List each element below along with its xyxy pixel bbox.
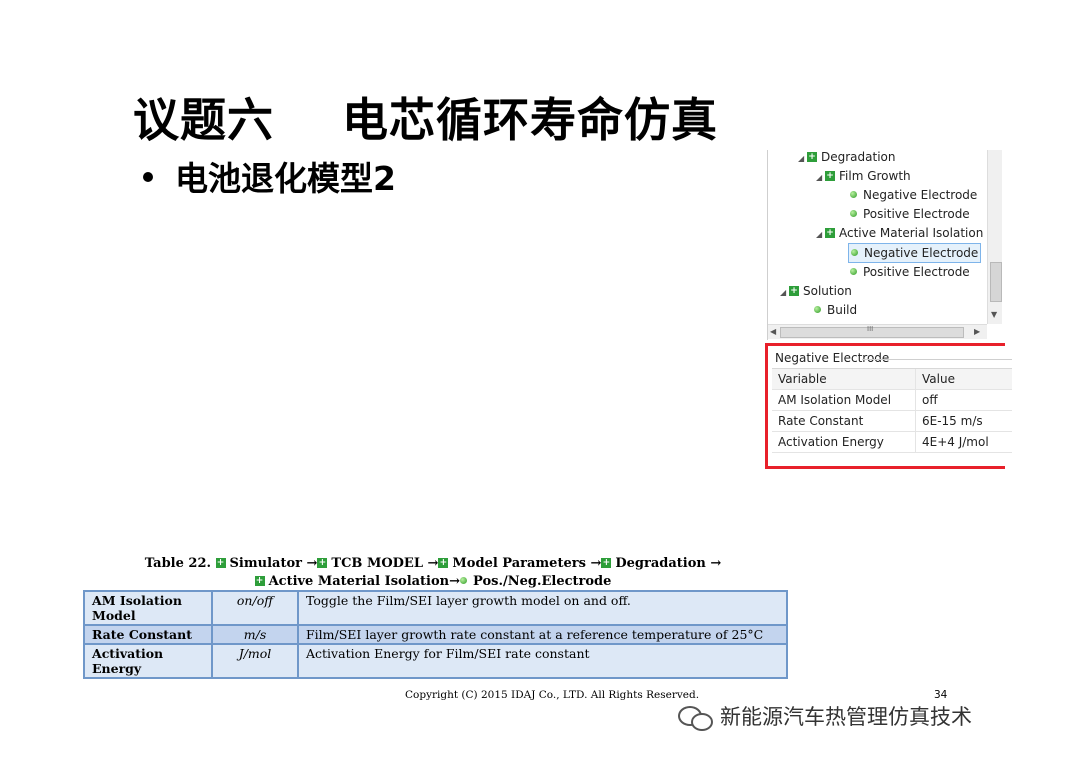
tree-item-ami-positive-electrode[interactable]: Positive Electrode [850, 263, 970, 281]
slide-title: 议题六 电芯循环寿命仿真 [133, 93, 719, 147]
col-variable: Variable [772, 368, 916, 390]
param-unit: on/off [211, 590, 299, 626]
table-row: Activation Energy J/mol Activation Energ… [83, 643, 788, 679]
value-cell[interactable]: 4E+4 J/mol [915, 431, 1012, 453]
arrow-right-icon: → [427, 556, 439, 571]
plus-square-icon: + [789, 285, 799, 296]
expand-arrow-icon[interactable]: ◢ [816, 226, 825, 244]
page-number: 34 [934, 689, 948, 701]
tree-item-film-growth[interactable]: ◢ + Film Growth [816, 167, 911, 185]
green-dot-icon [814, 306, 821, 313]
header-divider [862, 359, 1012, 360]
horizontal-scroll-thumb[interactable]: III [780, 325, 964, 338]
vertical-scrollbar[interactable]: ▼ [987, 150, 1002, 324]
bullet-dot-icon [143, 171, 153, 182]
wechat-icon [678, 704, 714, 731]
param-desc: Toggle the Film/SEI layer growth model o… [297, 590, 788, 626]
properties-header-row: Variable Value [772, 368, 1012, 390]
properties-table: Variable Value AM Isolation Model off Ra… [772, 368, 1012, 453]
scroll-down-arrow-icon[interactable]: ▼ [991, 310, 997, 319]
expand-arrow-icon[interactable]: ◢ [816, 169, 825, 187]
green-dot-icon [850, 210, 857, 217]
param-desc: Activation Energy for Film/SEI rate cons… [297, 643, 788, 679]
parameter-table: AM Isolation Model on/off Toggle the Fil… [83, 590, 788, 679]
vertical-scroll-thumb[interactable] [990, 262, 1002, 302]
tree-item-solution[interactable]: ◢ + Solution [780, 282, 852, 300]
tree-item-build[interactable]: Build [814, 301, 857, 319]
plus-square-icon: + [215, 557, 226, 568]
plus-square-icon: + [825, 170, 835, 181]
col-value: Value [915, 368, 1012, 390]
arrow-right-icon: → [449, 574, 461, 589]
value-cell[interactable]: 6E-15 m/s [915, 410, 1012, 432]
variable-cell: AM Isolation Model [772, 389, 916, 411]
plus-square-icon: + [825, 227, 835, 238]
table-row[interactable]: Activation Energy 4E+4 J/mol [772, 431, 1012, 453]
scroll-left-arrow-icon[interactable]: ◀ [770, 327, 776, 336]
arrow-right-icon: → [590, 556, 602, 571]
watermark-text: 新能源汽车热管理仿真技术 [720, 705, 972, 729]
plus-square-icon: + [601, 557, 612, 568]
watermark: 新能源汽车热管理仿真技术 [678, 701, 972, 731]
tree-item-film-positive-electrode[interactable]: Positive Electrode [850, 205, 970, 223]
param-unit: m/s [211, 624, 299, 645]
variable-cell: Activation Energy [772, 431, 916, 453]
properties-panel: Negative Electrode Variable Value AM Iso… [765, 343, 1012, 469]
tree-item-active-material-isolation[interactable]: ◢ + Active Material Isolation [816, 224, 983, 242]
horizontal-scrollbar[interactable]: ◀ III ▶ [768, 324, 987, 339]
param-name: AM Isolation Model [83, 590, 213, 626]
expand-arrow-icon[interactable]: ◢ [780, 284, 789, 302]
table-row[interactable]: AM Isolation Model off [772, 389, 1012, 411]
arrow-right-icon: → [710, 556, 722, 571]
plus-square-icon: + [807, 151, 817, 162]
table-caption-line1: Table 22. + Simulator →+ TCB MODEL →+ Model… [144, 556, 722, 571]
table-row: Rate Constant m/s Film/SEI layer growth … [83, 624, 788, 645]
green-dot-icon [850, 191, 857, 198]
plus-square-icon: + [438, 557, 449, 568]
bullet-item: 电池退化模型2 [143, 156, 396, 202]
grip-icon: III [867, 325, 874, 333]
table-row: AM Isolation Model on/off Toggle the Fil… [83, 590, 788, 626]
tree-item-ami-negative-electrode[interactable]: Negative Electrode [848, 243, 982, 263]
value-cell[interactable]: off [915, 389, 1012, 411]
param-unit: J/mol [211, 643, 299, 679]
expand-arrow-icon[interactable]: ◢ [798, 150, 807, 168]
tree-item-degradation[interactable]: ◢ + Degradation [798, 148, 895, 166]
scroll-right-arrow-icon[interactable]: ▶ [974, 327, 980, 336]
table-caption-line2: + Active Material Isolation→ Pos./Neg.Elec… [254, 574, 612, 589]
table-row[interactable]: Rate Constant 6E-15 m/s [772, 410, 1012, 432]
plus-square-icon: + [317, 557, 328, 568]
param-name: Rate Constant [83, 624, 213, 645]
param-name: Activation Energy [83, 643, 213, 679]
variable-cell: Rate Constant [772, 410, 916, 432]
plus-square-icon: + [254, 575, 265, 586]
green-dot-icon [460, 577, 468, 584]
param-desc: Film/SEI layer growth rate constant at a… [297, 624, 788, 645]
model-tree-panel[interactable]: ◢ + Degradation ◢ + Film Growth Negative Ele… [767, 150, 1003, 340]
copyright-text: Copyright (C) 2015 IDAJ Co., LTD. All Ri… [405, 689, 700, 701]
green-dot-icon [850, 268, 857, 275]
tree-item-film-negative-electrode[interactable]: Negative Electrode [850, 186, 977, 204]
arrow-right-icon: → [306, 556, 318, 571]
green-dot-icon [851, 249, 858, 256]
bullet-text: 电池退化模型2 [175, 159, 396, 198]
properties-header: Negative Electrode [775, 351, 890, 365]
